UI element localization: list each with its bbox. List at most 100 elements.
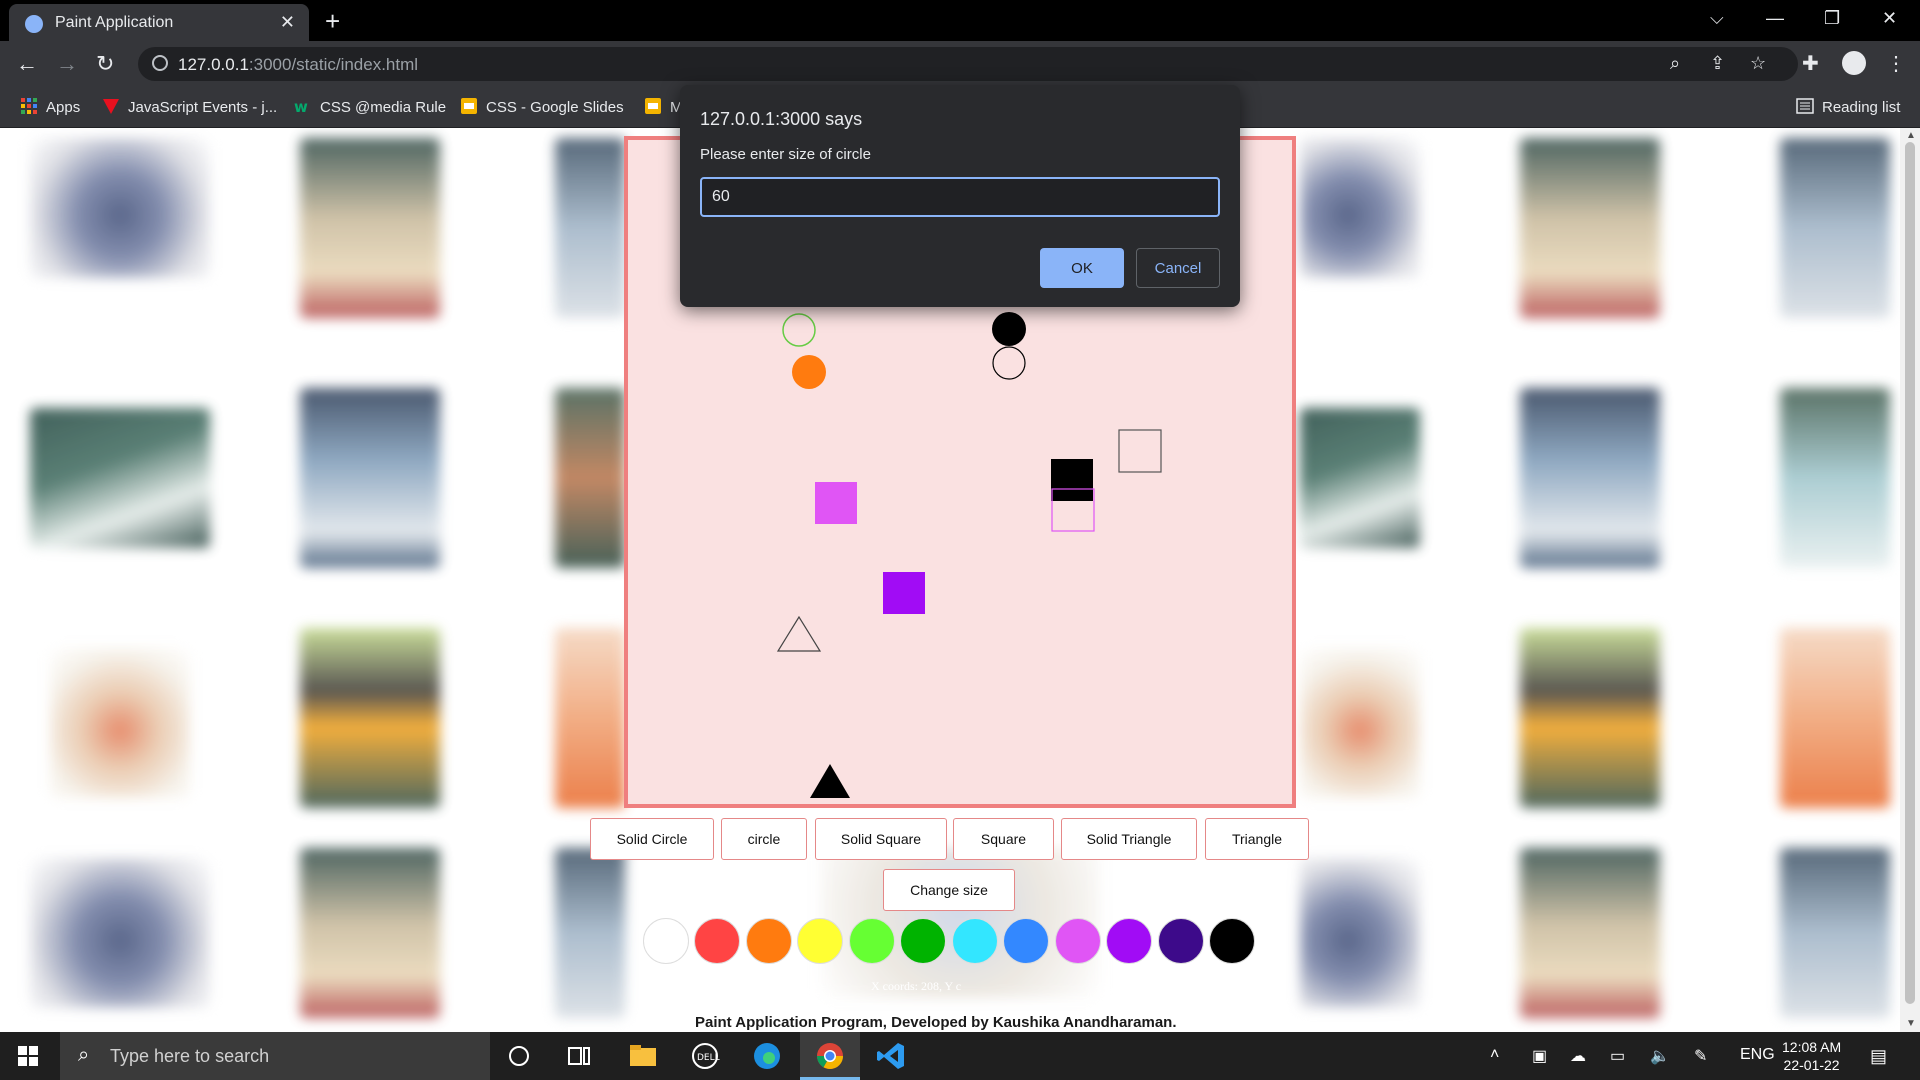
windows-start-icon[interactable] bbox=[18, 1046, 38, 1066]
bookmark-css-media-rule[interactable]: w CSS @media Rule bbox=[294, 97, 446, 116]
color-swatch-cyan[interactable] bbox=[952, 918, 998, 964]
scroll-thumb[interactable] bbox=[1905, 142, 1915, 1004]
background-image bbox=[1780, 848, 1890, 1018]
taskbar-search-placeholder: Type here to search bbox=[110, 1046, 270, 1066]
forward-arrow-icon[interactable]: → bbox=[56, 51, 78, 77]
bookmark-star-icon[interactable]: ☆ bbox=[1750, 53, 1766, 74]
solid-circle-shape bbox=[992, 312, 1026, 346]
browser-titlebar: Paint Application ✕ + ⌵ — ❐ ✕ bbox=[0, 0, 1920, 41]
background-image bbox=[555, 848, 625, 1018]
scroll-up-icon[interactable]: ▲ bbox=[1906, 130, 1916, 141]
profile-avatar-icon[interactable] bbox=[1842, 51, 1866, 75]
meet-now-icon[interactable]: ▣ bbox=[1532, 1046, 1547, 1066]
cancel-button[interactable]: Cancel bbox=[1136, 248, 1220, 288]
triangle-button[interactable]: Triangle bbox=[1205, 818, 1309, 860]
browser-toolbar: ← → ↻ 127.0.0.1:3000/static/index.html ⌕… bbox=[0, 41, 1920, 88]
bookmark-javascript-events[interactable]: JavaScript Events - j... bbox=[102, 97, 277, 116]
tab-search-icon[interactable]: ⌵ bbox=[1710, 8, 1724, 29]
background-image bbox=[50, 648, 190, 798]
share-icon[interactable]: ⇪ bbox=[1710, 53, 1725, 74]
vscode-icon[interactable] bbox=[875, 1040, 907, 1072]
bookmark-apps[interactable]: Apps bbox=[20, 97, 80, 116]
clock-date: 22-01-22 bbox=[1783, 1057, 1840, 1073]
square-button[interactable]: Square bbox=[953, 818, 1054, 860]
scroll-down-icon[interactable]: ▼ bbox=[1906, 1018, 1916, 1029]
notifications-icon[interactable]: ▤ bbox=[1870, 1046, 1887, 1067]
solid-circle-button[interactable]: Solid Circle bbox=[590, 818, 714, 860]
taskbar-search-box[interactable]: ⌕ Type here to search bbox=[60, 1032, 490, 1080]
color-swatch-green[interactable] bbox=[900, 918, 946, 964]
background-image bbox=[30, 858, 210, 1008]
color-swatch-black[interactable] bbox=[1209, 918, 1255, 964]
circle-button[interactable]: circle bbox=[721, 818, 807, 860]
address-bar[interactable]: 127.0.0.1:3000/static/index.html ⌕ ⇪ ☆ bbox=[138, 47, 1798, 81]
background-image bbox=[300, 628, 440, 808]
tab-title: Paint Application bbox=[55, 14, 174, 31]
reload-icon[interactable]: ↻ bbox=[96, 51, 114, 77]
color-swatch-orange[interactable] bbox=[746, 918, 792, 964]
chrome-icon[interactable] bbox=[814, 1040, 846, 1072]
ok-button[interactable]: OK bbox=[1040, 248, 1124, 288]
bookmark-css-google-slides[interactable]: CSS - Google Slides bbox=[460, 97, 624, 116]
site-info-icon[interactable] bbox=[152, 55, 168, 71]
cortana-icon[interactable] bbox=[503, 1040, 535, 1072]
edge-icon[interactable] bbox=[751, 1040, 783, 1072]
task-view-icon[interactable] bbox=[563, 1040, 595, 1072]
background-image bbox=[1780, 628, 1890, 808]
svg-text:w: w bbox=[294, 98, 308, 115]
clock-time: 12:08 AM bbox=[1782, 1039, 1842, 1055]
back-arrow-icon[interactable]: ← bbox=[16, 51, 38, 77]
tab-close-icon[interactable]: ✕ bbox=[280, 12, 295, 33]
extensions-icon[interactable]: ✚ bbox=[1802, 51, 1819, 76]
reading-list[interactable]: Reading list bbox=[1796, 97, 1900, 116]
background-image bbox=[1300, 408, 1420, 548]
new-tab-button[interactable]: + bbox=[325, 6, 340, 37]
color-swatch-purple[interactable] bbox=[1106, 918, 1152, 964]
outline-circle-shape bbox=[782, 313, 816, 347]
background-image bbox=[1520, 628, 1660, 808]
solid-square-shape bbox=[1051, 459, 1093, 501]
background-image bbox=[300, 388, 440, 568]
color-swatch-light-green[interactable] bbox=[849, 918, 895, 964]
browser-tab[interactable]: Paint Application ✕ bbox=[9, 4, 309, 41]
background-image bbox=[555, 628, 625, 808]
close-window-button[interactable]: ✕ bbox=[1882, 8, 1897, 29]
background-image bbox=[1780, 138, 1890, 318]
color-swatch-red[interactable] bbox=[694, 918, 740, 964]
minimize-button[interactable]: — bbox=[1766, 8, 1784, 29]
solid-triangle-button[interactable]: Solid Triangle bbox=[1061, 818, 1197, 860]
solid-square-shape bbox=[815, 482, 857, 524]
paint-favicon-icon bbox=[25, 15, 43, 33]
dell-icon[interactable]: DELL bbox=[689, 1040, 721, 1072]
color-swatch-yellow[interactable] bbox=[797, 918, 843, 964]
url-text[interactable]: 127.0.0.1:3000/static/index.html bbox=[178, 55, 418, 75]
url-path: :3000/static/index.html bbox=[248, 55, 419, 74]
bookmark-label: CSS - Google Slides bbox=[486, 99, 624, 116]
w3schools-icon: w bbox=[294, 98, 308, 115]
taskbar-clock[interactable]: 12:08 AM 22-01-22 bbox=[1782, 1038, 1841, 1074]
language-indicator[interactable]: ENG bbox=[1740, 1046, 1775, 1064]
reading-list-label: Reading list bbox=[1822, 99, 1901, 116]
color-swatch-white[interactable] bbox=[643, 918, 689, 964]
menu-kebab-icon[interactable]: ⋮ bbox=[1886, 51, 1906, 76]
page-scrollbar[interactable]: ▲ ▼ bbox=[1900, 128, 1920, 1032]
size-input[interactable] bbox=[700, 177, 1220, 217]
color-swatch-pink[interactable] bbox=[1055, 918, 1101, 964]
pen-icon[interactable]: ✎ bbox=[1694, 1046, 1707, 1066]
solid-square-button[interactable]: Solid Square bbox=[815, 818, 947, 860]
apps-grid-icon bbox=[21, 98, 37, 114]
battery-icon[interactable]: ▭ bbox=[1610, 1046, 1625, 1066]
onedrive-cloud-icon[interactable]: ☁ bbox=[1570, 1046, 1586, 1066]
bookmark-label: Apps bbox=[46, 99, 81, 116]
color-swatch-blue[interactable] bbox=[1003, 918, 1049, 964]
color-swatch-indigo[interactable] bbox=[1158, 918, 1204, 964]
bookmark-m[interactable]: M bbox=[644, 97, 683, 116]
background-image bbox=[555, 138, 625, 318]
zoom-icon[interactable]: ⌕ bbox=[1670, 53, 1680, 74]
file-explorer-icon[interactable] bbox=[627, 1040, 659, 1072]
volume-icon[interactable]: 🔈 bbox=[1650, 1046, 1670, 1066]
change-size-button[interactable]: Change size bbox=[883, 869, 1015, 911]
restore-button[interactable]: ❐ bbox=[1824, 8, 1840, 29]
bookmark-label: JavaScript Events - j... bbox=[128, 99, 278, 116]
tray-chevron-up-icon[interactable]: ˄ bbox=[1490, 1046, 1499, 1064]
